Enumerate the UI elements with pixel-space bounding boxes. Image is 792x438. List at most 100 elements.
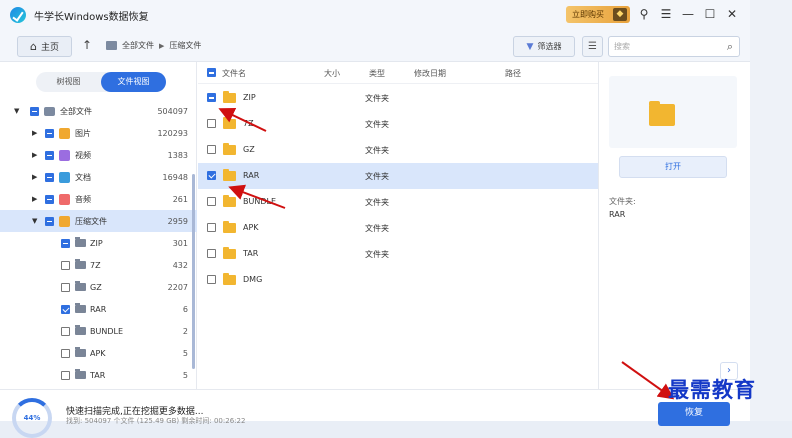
- row-checkbox[interactable]: [207, 93, 216, 102]
- tree-item-gz[interactable]: GZ 2207: [0, 276, 197, 298]
- tree-item-videos[interactable]: ▶ 视频 1383: [0, 144, 197, 166]
- tree-checkbox[interactable]: [61, 370, 70, 380]
- tab-tree-view[interactable]: 树视图: [36, 72, 101, 92]
- breadcrumb-item[interactable]: 全部文件: [122, 40, 154, 51]
- tree-checkbox[interactable]: [61, 260, 70, 270]
- video-icon: [59, 149, 70, 161]
- table-row[interactable]: 7Z 文件夹: [198, 111, 598, 137]
- search-icon[interactable]: ⌕: [727, 40, 733, 54]
- table-row[interactable]: TAR 文件夹: [198, 241, 598, 267]
- title-bar: 牛学长Windows数据恢复 立即购买 ◆ ⚲ ☰ — ☐ ✕: [0, 0, 750, 30]
- tree-checkbox[interactable]: [45, 128, 54, 138]
- breadcrumb-item[interactable]: 压缩文件: [169, 40, 201, 51]
- row-checkbox[interactable]: [207, 119, 216, 128]
- tree-checkbox[interactable]: [61, 238, 70, 248]
- restore-button[interactable]: 恢复: [658, 402, 730, 426]
- file-type: 文件夹: [365, 250, 389, 259]
- tree-item-rar[interactable]: RAR 6: [0, 298, 197, 320]
- close-icon[interactable]: ✕: [724, 6, 740, 22]
- tree-item-zip[interactable]: ZIP 301: [0, 232, 197, 254]
- minimize-icon[interactable]: —: [680, 6, 696, 22]
- tree-label: 音频: [75, 194, 91, 204]
- folder-icon: [75, 369, 86, 379]
- column-name[interactable]: 文件名: [222, 68, 246, 79]
- folder-value: RAR: [609, 210, 626, 219]
- table-row[interactable]: GZ 文件夹: [198, 137, 598, 163]
- sidebar-scrollbar[interactable]: [192, 174, 195, 369]
- row-checkbox[interactable]: [207, 275, 216, 284]
- row-checkbox[interactable]: [207, 197, 216, 206]
- tree-checkbox[interactable]: [30, 106, 39, 116]
- column-size[interactable]: 大小: [324, 68, 340, 79]
- tree-item-archives[interactable]: ▼ 压缩文件 2959: [0, 210, 197, 232]
- tree-item-bundle[interactable]: BUNDLE 2: [0, 320, 197, 342]
- tree-checkbox[interactable]: [61, 348, 70, 358]
- tree-checkbox[interactable]: [45, 216, 54, 226]
- filter-label: 筛选器: [537, 42, 562, 51]
- file-type: 文件夹: [365, 146, 389, 155]
- tree-checkbox[interactable]: [45, 150, 54, 160]
- tree-checkbox[interactable]: [61, 304, 70, 314]
- column-type[interactable]: 类型: [369, 68, 385, 79]
- tree-count: 120293: [157, 128, 188, 138]
- nav-bar: ⌂ 主页 ↑ 全部文件 ▶ 压缩文件 ▼ 筛选器 ☰ 搜索 ⌕: [0, 30, 750, 62]
- tree-checkbox[interactable]: [61, 326, 70, 336]
- filter-button[interactable]: ▼ 筛选器: [513, 36, 575, 57]
- tab-file-view[interactable]: 文件视图: [101, 72, 166, 92]
- row-checkbox[interactable]: [207, 145, 216, 154]
- file-type: 文件夹: [365, 172, 389, 181]
- open-button[interactable]: 打开: [619, 156, 727, 178]
- column-path[interactable]: 路径: [505, 68, 521, 79]
- table-row[interactable]: DMG: [198, 267, 598, 293]
- tree-checkbox[interactable]: [61, 282, 70, 292]
- caret-right-icon[interactable]: ▶: [32, 151, 37, 159]
- caret-down-icon[interactable]: ▼: [14, 107, 19, 115]
- tree-label: APK: [90, 348, 106, 358]
- audio-icon: [59, 193, 70, 205]
- caret-right-icon[interactable]: ▶: [32, 173, 37, 181]
- row-checkbox[interactable]: [207, 171, 216, 180]
- file-name: ZIP: [243, 93, 256, 102]
- search-placeholder: 搜索: [614, 42, 630, 51]
- maximize-icon[interactable]: ☐: [702, 6, 718, 22]
- folder-icon: [75, 281, 86, 291]
- buy-now-button[interactable]: 立即购买 ◆: [566, 6, 630, 23]
- list-view-button[interactable]: ☰: [582, 36, 603, 57]
- tree-item-7z[interactable]: 7Z 432: [0, 254, 197, 276]
- table-row[interactable]: RAR 文件夹: [198, 163, 598, 189]
- app-window: 牛学长Windows数据恢复 立即购买 ◆ ⚲ ☰ — ☐ ✕ ⌂ 主页 ↑ 全…: [0, 0, 750, 438]
- up-arrow-icon[interactable]: ↑: [82, 38, 92, 52]
- table-row[interactable]: ZIP 文件夹: [198, 85, 598, 111]
- tree-count: 261: [172, 194, 188, 204]
- filter-icon: ▼: [526, 41, 534, 52]
- select-all-checkbox[interactable]: [207, 68, 216, 77]
- tree-item-tar[interactable]: TAR 5: [0, 364, 197, 386]
- folder-icon: [75, 325, 86, 335]
- search-input[interactable]: 搜索 ⌕: [608, 36, 740, 57]
- folder-icon: [223, 91, 236, 103]
- tree-count: 1383: [167, 150, 188, 160]
- tree-checkbox[interactable]: [45, 194, 54, 204]
- tool-icon[interactable]: ⚲: [636, 6, 652, 22]
- tree-count: 301: [172, 238, 188, 248]
- column-modified[interactable]: 修改日期: [414, 68, 446, 79]
- tree-item-images[interactable]: ▶ 图片 120293: [0, 122, 197, 144]
- tree-item-documents[interactable]: ▶ 文档 16948: [0, 166, 197, 188]
- row-checkbox[interactable]: [207, 249, 216, 258]
- tree-item-all-files[interactable]: ▼ 全部文件 504097: [0, 100, 197, 122]
- tree-item-apk[interactable]: APK 5: [0, 342, 197, 364]
- tree-checkbox[interactable]: [45, 172, 54, 182]
- caret-right-icon[interactable]: ▶: [32, 129, 37, 137]
- tree-item-audio[interactable]: ▶ 音频 261: [0, 188, 197, 210]
- table-row[interactable]: APK 文件夹: [198, 215, 598, 241]
- buy-now-label: 立即购买: [572, 10, 604, 19]
- breadcrumb-separator-icon: ▶: [159, 41, 165, 50]
- row-checkbox[interactable]: [207, 223, 216, 232]
- table-row[interactable]: BUNDLE 文件夹: [198, 189, 598, 215]
- caret-down-icon[interactable]: ▼: [32, 217, 37, 225]
- caret-right-icon[interactable]: ▶: [32, 195, 37, 203]
- tree-count: 432: [172, 260, 188, 270]
- menu-icon[interactable]: ☰: [658, 6, 674, 22]
- home-button[interactable]: ⌂ 主页: [17, 36, 72, 57]
- tree-count: 504097: [157, 106, 188, 116]
